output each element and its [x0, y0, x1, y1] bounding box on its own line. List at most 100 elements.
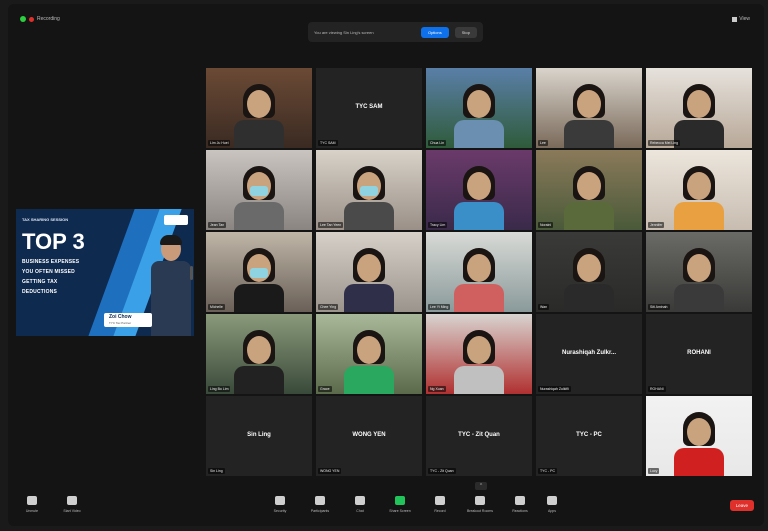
participant-tile[interactable]: WONG YEN WONG YEN [316, 396, 422, 476]
split-handle[interactable] [190, 266, 193, 280]
participant-name: Ling Bo Lim [208, 386, 231, 392]
participant-tile[interactable]: TYC - PC TYC - PC [536, 396, 642, 476]
participant-video [206, 232, 312, 312]
speaker-photo [151, 235, 191, 336]
participant-video [316, 232, 422, 312]
participant-tile[interactable]: Chua Lin [426, 68, 532, 148]
participant-tile[interactable]: Sin Ling Sin Ling [206, 396, 312, 476]
participant-tile[interactable]: TYC - Zit Quan TYC - Zit Quan [426, 396, 532, 476]
start-video-button[interactable]: Start Video [52, 494, 92, 522]
participant-name: TYC SAM [318, 140, 338, 146]
participant-name: Rebecca Mei Ling [648, 140, 681, 146]
reactions-icon [515, 496, 525, 505]
participant-tile[interactable]: Wan [536, 232, 642, 312]
leave-button[interactable]: Leave [729, 500, 754, 511]
view-label: View [739, 16, 750, 22]
participant-display-name: Nurashiqah Zulkr... [561, 350, 616, 356]
chat-button[interactable]: Chat [340, 494, 380, 522]
security-label: Security [273, 509, 287, 513]
participant-name: Nurashiqah Zulkifli [538, 386, 571, 392]
participant-video [316, 314, 422, 394]
participant-tile[interactable]: TYC SAM TYC SAM [316, 68, 422, 148]
share-line: YOU OFTEN MISSED [22, 269, 75, 275]
participant-name: Lucy [648, 468, 660, 474]
participant-name: Ng Xuan [428, 386, 446, 392]
microphone-muted-icon [27, 496, 37, 505]
participant-video [646, 150, 752, 230]
share-screen-button[interactable]: Share Screen [380, 494, 420, 522]
share-screen-label: Share Screen [389, 509, 411, 513]
apps-icon [547, 496, 557, 505]
participant-tile[interactable]: Chee Ying [316, 232, 422, 312]
share-line: BUSINESS EXPENSES [22, 259, 80, 265]
participant-tile[interactable]: Michelle [206, 232, 312, 312]
participant-tile[interactable]: Tracy Lim [426, 150, 532, 230]
participant-name: Jean Tan [208, 222, 227, 228]
share-series: TAX SHARING SESSION [22, 217, 69, 222]
participant-tile[interactable]: Lee [536, 68, 642, 148]
record-icon [435, 496, 445, 505]
participant-tile[interactable]: Jennifer [646, 150, 752, 230]
record-button[interactable]: Record [420, 494, 460, 522]
participant-name: WONG YEN [318, 468, 342, 474]
participant-tile[interactable]: Ling Bo Lim [206, 314, 312, 394]
participant-tile[interactable]: Lee Yi Ming [426, 232, 532, 312]
participant-video [646, 68, 752, 148]
start-video-label: Start Video [63, 509, 81, 513]
participant-tile[interactable]: Noraini [536, 150, 642, 230]
participant-video [536, 232, 642, 312]
shared-screen[interactable]: TAX SHARING SESSION TOP 3 BUSINESS EXPEN… [16, 209, 194, 336]
participant-tile[interactable]: Grace [316, 314, 422, 394]
participant-video [646, 232, 752, 312]
recording-indicator[interactable]: Recording [20, 16, 60, 22]
participant-tile[interactable]: Nurashiqah Zulkr... Nurashiqah Zulkifli [536, 314, 642, 394]
participant-display-name: TYC SAM [355, 104, 383, 110]
participant-name: Chee Ying [318, 304, 339, 310]
recording-label: Recording [37, 16, 60, 22]
participant-video [536, 68, 642, 148]
chat-icon [355, 496, 365, 505]
participant-name: Lim Ju Huei [208, 140, 231, 146]
participant-name: Lee [538, 140, 548, 146]
participant-name: TYC - Zit Quan [428, 468, 456, 474]
participant-name: Tracy Lim [428, 222, 448, 228]
participant-tile[interactable]: Rebecca Mei Ling [646, 68, 752, 148]
participant-video [316, 150, 422, 230]
participant-tile[interactable]: Lim Ju Huei [206, 68, 312, 148]
participant-name: Wan [538, 304, 550, 310]
participant-tile[interactable]: Jean Tan [206, 150, 312, 230]
security-button[interactable]: Security [260, 494, 300, 522]
participant-name: Jennifer [648, 222, 665, 228]
participant-name: Grace [318, 386, 332, 392]
participant-tile[interactable]: Lee Tan Yeen [316, 150, 422, 230]
chevron-up-icon[interactable]: ^ [475, 482, 487, 490]
participant-display-name: TYC - PC [576, 432, 602, 438]
participant-tile[interactable]: Siti Aminah [646, 232, 752, 312]
banner-text: You are viewing Sin Ling's screen [314, 29, 374, 35]
view-options-button[interactable]: Options [420, 26, 449, 38]
breakout-rooms-label: Breakout Rooms [466, 509, 494, 513]
participants-button[interactable]: Participants [300, 494, 340, 522]
participant-name: TYC - PC [538, 468, 557, 474]
video-off-icon [67, 496, 77, 505]
participant-display-name: TYC - Zit Quan [458, 432, 500, 438]
participant-video [426, 232, 532, 312]
participant-tile[interactable]: Ng Xuan [426, 314, 532, 394]
apps-button[interactable]: Apps [532, 494, 572, 522]
participant-name: Lee Yi Ming [428, 304, 451, 310]
participant-name: Sin Ling [208, 468, 225, 474]
participant-tile[interactable]: Lucy [646, 396, 752, 476]
participant-tile[interactable]: ROHANI ROHANI [646, 314, 752, 394]
chat-label: Chat [356, 509, 364, 513]
stop-button[interactable]: Stop [454, 26, 477, 38]
breakout-rooms-button[interactable]: Breakout Rooms [460, 494, 500, 522]
participant-video [646, 396, 752, 476]
unmute-button[interactable]: Unmute [12, 494, 52, 522]
share-screen-icon [395, 496, 405, 505]
view-button[interactable]: View [732, 16, 750, 22]
participant-display-name: ROHANI [687, 350, 711, 356]
share-line: DEDUCTIONS [22, 289, 58, 295]
screen-share-banner: You are viewing Sin Ling's screen Option… [308, 22, 483, 42]
participant-name: Michelle [208, 304, 225, 310]
participant-gallery: Lim Ju Huei TYC SAM TYC SAM Chua Lin Lee Rebe… [206, 68, 752, 476]
